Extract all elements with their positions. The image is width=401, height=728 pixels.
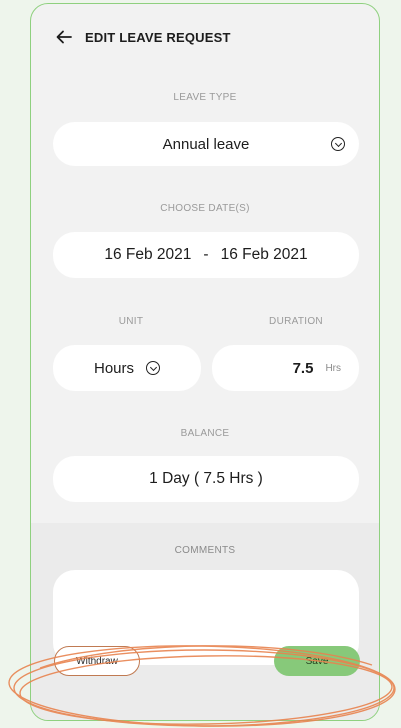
arrow-left-icon[interactable]	[55, 28, 73, 46]
unit-select[interactable]: Hours	[53, 345, 201, 391]
page-title: EDIT LEAVE REQUEST	[85, 29, 231, 45]
choose-dates-label: CHOOSE DATE(S)	[160, 203, 250, 214]
unit-label: UNIT	[118, 316, 144, 327]
chevron-down-circle-icon	[146, 361, 160, 375]
chevron-down-circle-icon	[331, 137, 345, 151]
balance-label: BALANCE	[180, 428, 230, 439]
phone-screen: EDIT LEAVE REQUEST LEAVE TYPE Annual lea…	[30, 3, 380, 721]
date-separator: -	[203, 246, 209, 263]
unit-value: Hours	[93, 359, 134, 377]
duration-input[interactable]: 7.5 Hrs	[212, 345, 359, 391]
start-date[interactable]: 16 Feb 2021	[104, 246, 191, 264]
leave-type-select[interactable]: Annual leave	[53, 122, 359, 166]
date-range-picker[interactable]: 16 Feb 2021 - 16 Feb 2021	[53, 232, 359, 278]
leave-type-label: LEAVE TYPE	[173, 92, 237, 103]
header: EDIT LEAVE REQUEST	[55, 26, 231, 48]
leave-type-value: Annual leave	[162, 135, 250, 153]
balance-display: 1 Day ( 7.5 Hrs )	[53, 456, 359, 502]
duration-unit-suffix: Hrs	[325, 362, 341, 374]
comments-label: COMMENTS	[174, 545, 236, 556]
duration-label: DURATION	[269, 316, 323, 327]
balance-value: 1 Day ( 7.5 Hrs )	[149, 470, 263, 487]
save-button[interactable]: Save	[274, 646, 360, 676]
duration-value: 7.5	[292, 359, 314, 377]
end-date[interactable]: 16 Feb 2021	[221, 246, 308, 264]
withdraw-button[interactable]: Withdraw	[54, 646, 140, 676]
